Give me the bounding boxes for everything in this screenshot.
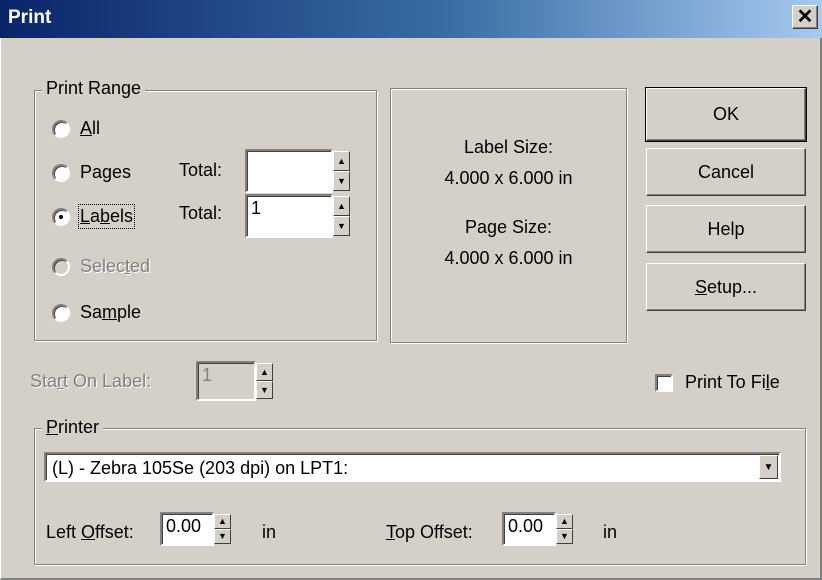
radio-all-label: All [80, 118, 101, 138]
radio-sample[interactable]: Sample [52, 302, 141, 323]
close-icon: ✕ [796, 6, 814, 28]
arrow-down-icon: ▼ [256, 381, 273, 399]
print-to-file-box[interactable] [655, 373, 673, 392]
radio-pages-button[interactable] [52, 163, 70, 182]
radio-all[interactable]: All [52, 118, 100, 139]
title-bar: Print ✕ [0, 0, 822, 38]
ok-button[interactable]: OK [645, 87, 807, 142]
top-offset-spinner[interactable]: ▲ ▼ [556, 514, 573, 544]
radio-selected-label: Selected [80, 256, 151, 276]
arrow-down-icon[interactable]: ▼ [214, 529, 231, 544]
top-offset-label: Top Offset: [386, 522, 473, 542]
top-offset-input[interactable]: 0.00 [502, 512, 556, 546]
pages-total-label: Total: [179, 160, 223, 180]
radio-labels[interactable]: Labels [52, 204, 136, 229]
labels-total-label: Total: [179, 203, 223, 223]
printer-select[interactable]: (L) - Zebra 105Se (203 dpi) on LPT1: ▼ [44, 452, 781, 482]
arrow-up-icon[interactable]: ▲ [556, 514, 573, 529]
top-offset-unit: in [603, 522, 618, 542]
radio-labels-button[interactable] [52, 207, 70, 226]
arrow-down-icon[interactable]: ▼ [333, 171, 350, 191]
chevron-down-icon[interactable]: ▼ [759, 455, 778, 479]
window-title: Print [8, 7, 52, 28]
pages-total-spinner[interactable]: ▲ ▼ [333, 151, 350, 191]
help-button[interactable]: Help [646, 205, 806, 253]
printer-select-value: (L) - Zebra 105Se (203 dpi) on LPT1: [52, 458, 349, 478]
close-button[interactable]: ✕ [792, 5, 818, 29]
labels-total-input[interactable]: 1 [245, 194, 333, 238]
cancel-button[interactable]: Cancel [646, 148, 806, 196]
arrow-up-icon[interactable]: ▲ [214, 514, 231, 529]
arrow-up-icon[interactable]: ▲ [333, 196, 350, 216]
left-offset-label: Left Offset: [46, 522, 134, 542]
radio-pages-label: Pages [80, 162, 132, 182]
radio-all-button[interactable] [52, 119, 70, 138]
label-size-title: Label Size: [463, 137, 554, 157]
left-offset-input[interactable]: 0.00 [160, 512, 214, 546]
arrow-down-icon[interactable]: ▼ [333, 216, 350, 236]
arrow-up-icon: ▲ [256, 363, 273, 381]
printer-legend: Printer [42, 417, 104, 438]
labels-total-spinner[interactable]: ▲ ▼ [333, 196, 350, 236]
size-info-panel: Label Size: 4.000 x 6.000 in Page Size: … [390, 88, 627, 343]
radio-pages[interactable]: Pages [52, 162, 131, 183]
setup-button[interactable]: Setup... [646, 263, 806, 311]
pages-total-input[interactable] [245, 149, 333, 193]
printer-group [34, 428, 806, 565]
left-offset-unit: in [262, 522, 277, 542]
start-on-label-input: 1 [196, 361, 256, 401]
print-to-file-checkbox[interactable]: Print To File [655, 372, 780, 393]
left-offset-spinner[interactable]: ▲ ▼ [214, 514, 231, 544]
radio-sample-button[interactable] [52, 303, 70, 322]
page-size-title: Page Size: [464, 217, 553, 237]
start-on-label-spinner: ▲ ▼ [256, 363, 273, 399]
start-on-label-label: Start On Label: [30, 371, 152, 391]
radio-sample-label: Sample [80, 302, 142, 322]
arrow-down-icon[interactable]: ▼ [556, 529, 573, 544]
print-to-file-label: Print To File [685, 372, 780, 392]
radio-labels-label: Labels [77, 204, 136, 229]
label-size-value: 4.000 x 6.000 in [444, 168, 573, 188]
arrow-up-icon[interactable]: ▲ [333, 151, 350, 171]
radio-selected-button [52, 257, 70, 276]
page-size-value: 4.000 x 6.000 in [444, 248, 573, 268]
radio-selected: Selected [52, 256, 150, 277]
print-range-legend: Print Range [42, 78, 146, 99]
